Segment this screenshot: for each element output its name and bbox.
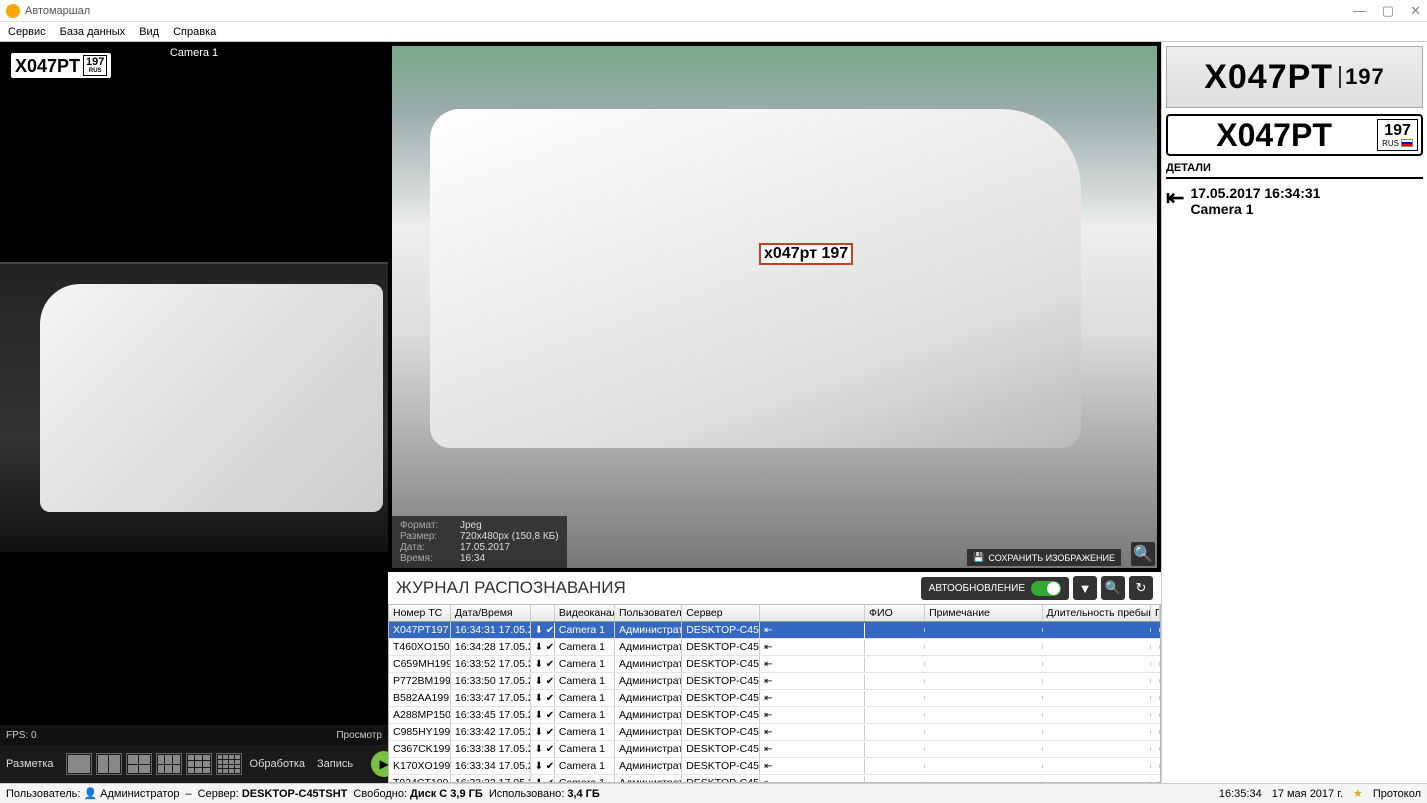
playback-toolbar: Разметка Обработка Запись ▶ ■ ● ● [0,745,388,783]
toggle-switch-icon [1031,581,1061,596]
layout-6[interactable] [156,753,182,775]
layout-label: Разметка [6,758,54,770]
main-camera-view[interactable]: Camera 1 x047рт 197 Формат:Jpeg Размер:7… [388,42,1161,572]
table-row[interactable]: C985HY19916:33:42 17.05.2017⬇ ✔Camera 1А… [389,724,1160,741]
star-icon: ★ [1353,787,1363,800]
recognized-plate: X047PT 197 RUS [1166,114,1423,156]
menu-database[interactable]: База данных [60,26,126,38]
journal-title: ЖУРНАЛ РАСПОЗНАВАНИЯ [396,578,921,598]
detail-camera: Camera 1 [1190,201,1320,217]
menu-help[interactable]: Справка [173,26,216,38]
camera-thumbnails-panel: Camera 1 X047PT 197RUS FPS: 0 Просмотр Р… [0,42,388,783]
camera-label: Camera 1 [166,46,222,60]
title-bar: Автомаршал — ▢ ✕ [0,0,1427,22]
table-row[interactable]: T934CT19916:33:32 17.05.2017⬇ ✔Camera 1А… [389,775,1160,782]
table-row[interactable]: C367CK19916:33:38 17.05.2017⬇ ✔Camera 1А… [389,741,1160,758]
direction-icon: ⇤ [1166,185,1184,211]
table-row[interactable]: K170XO19916:33:34 17.05.2017⬇ ✔Camera 1А… [389,758,1160,775]
status-bar: Пользователь: 👤 Администратор – Сервер: … [0,783,1427,803]
grid-body[interactable]: X047PT19716:34:31 17.05.2017⬇ ✔Camera 1А… [389,622,1160,782]
status-date: 17 мая 2017 г. [1272,788,1343,800]
car-placeholder [0,262,388,552]
close-button[interactable]: ✕ [1410,3,1421,19]
details-header: ДЕТАЛИ [1166,162,1423,179]
image-info-overlay: Формат:Jpeg Размер:720x480px (150,8 КБ) … [392,516,567,568]
search-journal-button[interactable]: 🔍 [1101,576,1125,600]
table-row[interactable]: A288MP15016:33:45 17.05.2017⬇ ✔Camera 1А… [389,707,1160,724]
auto-update-toggle[interactable]: АВТООБНОВЛЕНИЕ [921,577,1069,600]
table-row[interactable]: T460XO15016:34:28 17.05.2017⬇ ✔Camera 1А… [389,639,1160,656]
app-title: Автомаршал [25,5,90,17]
detail-timestamp: 17.05.2017 16:34:31 [1190,185,1320,201]
app-icon [6,4,20,18]
menu-bar: Сервис База данных Вид Справка [0,22,1427,42]
thumbnail-status: FPS: 0 Просмотр [0,725,388,745]
filter-button[interactable]: ▼ [1073,576,1097,600]
plate-crop-image: X047PT197 [1166,46,1423,108]
plate-overlay-mini: X047PT 197RUS [10,52,112,79]
car-image-placeholder [392,46,1157,568]
record-label: Запись [317,758,353,770]
menu-view[interactable]: Вид [139,26,159,38]
layout-4[interactable] [126,753,152,775]
table-row[interactable]: C659MH19916:33:52 17.05.2017⬇ ✔Camera 1А… [389,656,1160,673]
layout-9[interactable] [186,753,212,775]
camera-thumbnail[interactable]: Camera 1 X047PT 197RUS [0,42,388,725]
flag-icon [1401,139,1413,147]
journal-grid: Номер ТС Дата/Время Видеоканал Пользоват… [388,604,1161,783]
layout-1[interactable] [66,753,92,775]
zoom-icon: 🔍 [1133,544,1153,564]
recognition-journal: ЖУРНАЛ РАСПОЗНАВАНИЯ АВТООБНОВЛЕНИЕ ▼ 🔍 … [388,572,1161,783]
layout-2[interactable] [96,753,122,775]
menu-service[interactable]: Сервис [8,26,46,38]
table-row[interactable]: P772BM19916:33:50 17.05.2017⬇ ✔Camera 1А… [389,673,1160,690]
user-icon: 👤 [83,787,97,800]
refresh-button[interactable]: ↻ [1129,576,1153,600]
table-row[interactable]: B582AA19916:33:47 17.05.2017⬇ ✔Camera 1А… [389,690,1160,707]
maximize-button[interactable]: ▢ [1382,3,1394,19]
details-panel: X047PT197 X047PT 197 RUS ДЕТАЛИ ⇤ 17.05.… [1161,42,1427,783]
save-image-button[interactable]: 💾 СОХРАНИТЬ ИЗОБРАЖЕНИЕ [967,549,1121,566]
detected-plate-box: x047рт 197 [759,243,853,265]
minimize-button[interactable]: — [1353,3,1366,19]
zoom-button[interactable]: 🔍 [1131,542,1155,566]
status-time: 16:35:34 [1219,788,1262,800]
status-protocol[interactable]: Протокол [1373,788,1421,800]
table-row[interactable]: X047PT19716:34:31 17.05.2017⬇ ✔Camera 1А… [389,622,1160,639]
save-icon: 💾 [973,552,984,563]
layout-16[interactable] [216,753,242,775]
processing-label: Обработка [250,758,305,770]
grid-header: Номер ТС Дата/Время Видеоканал Пользоват… [389,605,1160,622]
